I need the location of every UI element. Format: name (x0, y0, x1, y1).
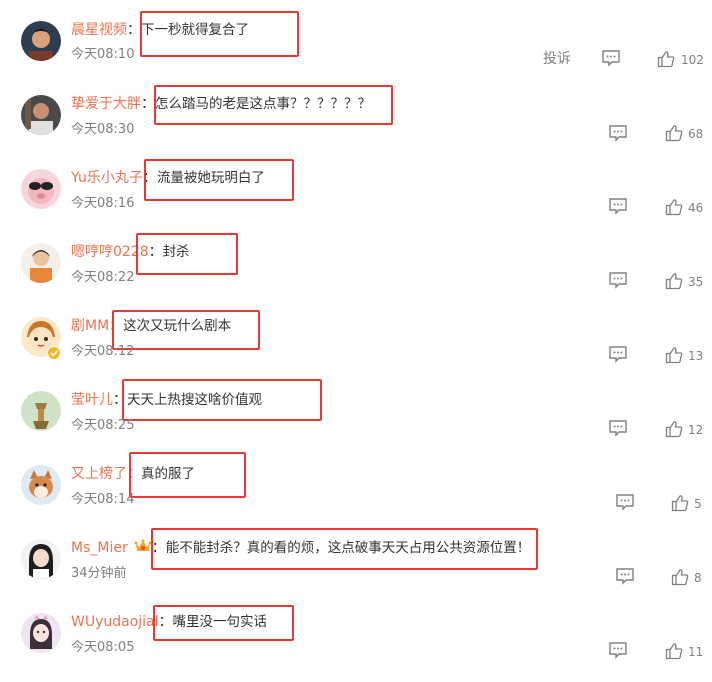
comment-time: 今天08:25 (71, 418, 135, 433)
thumbs-up-icon[interactable] (657, 50, 675, 68)
comment-text: 怎么踏马的老是这点事？？？？？？ (155, 96, 371, 112)
comment-text: 嘴里没一句实话 (172, 614, 268, 630)
thumbs-up-icon[interactable] (665, 420, 683, 438)
username[interactable]: Yu乐小丸子 (71, 170, 143, 186)
avatar[interactable] (21, 465, 61, 505)
colon: ： (148, 244, 163, 260)
comment-icon[interactable] (601, 49, 621, 67)
like-count: 8 (694, 571, 702, 585)
colon: ： (158, 614, 173, 630)
thumbs-up-icon[interactable] (671, 568, 689, 586)
comment-time: 今天08:16 (71, 196, 135, 211)
username[interactable]: 嗯哼哼0228 (71, 244, 149, 260)
verified-badge-icon (47, 345, 61, 364)
comment-icon[interactable] (615, 493, 635, 511)
comment-time: 今天08:30 (71, 122, 135, 137)
comment-icon[interactable] (608, 641, 628, 659)
avatar[interactable] (21, 613, 61, 653)
comment-text: 天天上热搜这啥价值观 (127, 392, 262, 408)
username[interactable]: Ms_Mier (71, 540, 128, 556)
comment-time: 34分钟前 (71, 566, 127, 581)
comment-item: 嗯哼哼0228：封杀 今天08:22 35 (0, 222, 712, 296)
comment-time: 今天08:10 (71, 47, 135, 62)
colon: ： (142, 170, 157, 186)
thumbs-up-icon[interactable] (665, 198, 683, 216)
comment-icon[interactable] (608, 345, 628, 363)
comment-text: 能不能封杀？真的看的烦，这点破事天天占用公共资源位置！ (165, 540, 531, 556)
username[interactable]: WUyudaojial (71, 614, 159, 630)
like-count: 5 (694, 497, 702, 511)
comment-icon[interactable] (608, 419, 628, 437)
thumbs-up-icon[interactable] (665, 642, 683, 660)
comment-time: 今天08:22 (71, 270, 135, 285)
like-count: 11 (688, 645, 704, 659)
comment-time: 今天08:14 (71, 492, 135, 507)
comment-time: 今天08:12 (71, 344, 135, 359)
comment-item: 莹叶儿：天天上热搜这啥价值观 今天08:25 12 (0, 370, 712, 444)
comment-item: 挚爱于大胖：怎么踏马的老是这点事？？？？？？ 今天08:30 68 (0, 74, 712, 148)
comment-icon[interactable] (608, 271, 628, 289)
comment-item: 又上榜了：真的服了 今天08:14 5 (0, 444, 712, 518)
avatar[interactable] (21, 243, 61, 283)
comment-item: WUyudaojial：嘴里没一句实话 今天08:05 11 (0, 592, 712, 666)
username[interactable]: 莹叶儿 (71, 392, 113, 408)
comment-item: Yu乐小丸子：流量被她玩明白了 今天08:16 46 (0, 148, 712, 222)
comment-icon[interactable] (608, 124, 628, 142)
like-count: 68 (688, 127, 704, 141)
like-count: 102 (681, 53, 704, 67)
comment-text: 下一秒就得复合了 (141, 22, 249, 38)
avatar[interactable] (21, 539, 61, 579)
colon: ： (109, 318, 124, 334)
colon: ： (141, 96, 155, 112)
report-link[interactable]: 投诉 (543, 50, 571, 68)
like-count: 46 (688, 201, 704, 215)
comment-item: 晨星视频：下一秒就得复合了 今天08:10 投诉 102 (0, 0, 712, 74)
like-count: 35 (688, 275, 704, 289)
comment-item: Ms_Mier ：能不能封杀？真的看的烦，这点破事天天占用公共资源位置！ 34分钟… (0, 518, 712, 592)
avatar[interactable] (21, 95, 61, 135)
thumbs-up-icon[interactable] (665, 124, 683, 142)
comment-icon[interactable] (615, 567, 635, 585)
comment-text: 流量被她玩明白了 (156, 170, 265, 186)
colon: ： (127, 22, 141, 38)
colon: ： (113, 392, 127, 408)
thumbs-up-icon[interactable] (671, 494, 689, 512)
username[interactable]: 挚爱于大胖 (71, 96, 141, 112)
comment-icon[interactable] (608, 197, 628, 215)
comment-text: 这次又玩什么剧本 (123, 318, 232, 334)
like-count: 13 (688, 349, 704, 363)
avatar[interactable] (21, 391, 61, 431)
colon: ： (151, 540, 166, 556)
username[interactable]: 剧MM (71, 318, 109, 334)
comment-text: 真的服了 (141, 466, 195, 482)
thumbs-up-icon[interactable] (665, 346, 683, 364)
thumbs-up-icon[interactable] (665, 272, 683, 290)
comment-time: 今天08:05 (71, 640, 135, 655)
crown-badge-icon (134, 538, 152, 554)
avatar[interactable] (21, 169, 61, 209)
comment-item: 剧MM：这次又玩什么剧本 今天08:12 13 (0, 296, 712, 370)
colon: ： (127, 466, 141, 482)
username[interactable]: 又上榜了 (71, 466, 127, 482)
comment-text: 封杀 (162, 244, 190, 260)
avatar[interactable] (21, 21, 61, 61)
like-count: 12 (688, 423, 704, 437)
username[interactable]: 晨星视频 (71, 22, 127, 38)
